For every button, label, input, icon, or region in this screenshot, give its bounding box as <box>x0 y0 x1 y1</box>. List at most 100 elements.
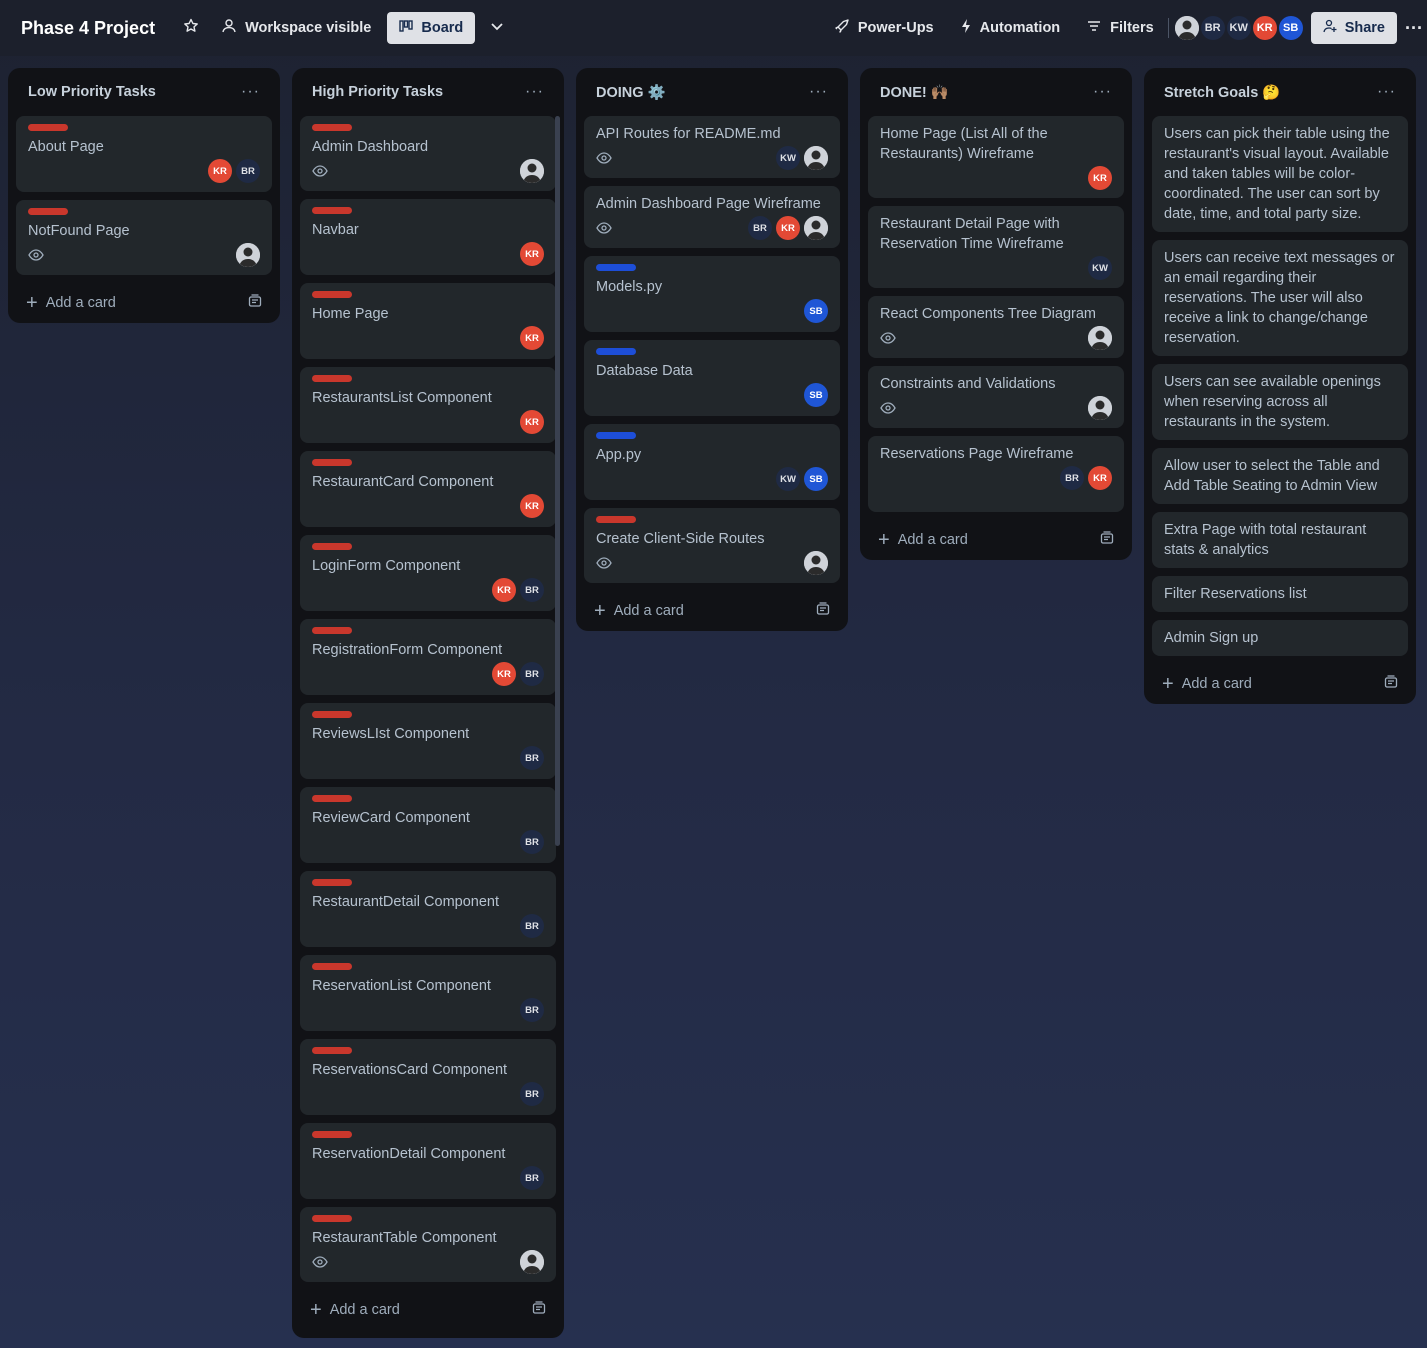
card[interactable]: Navbar KR <box>300 199 556 275</box>
template-icon[interactable] <box>532 1301 546 1319</box>
add-card-button[interactable]: + Add a card <box>868 520 1124 560</box>
list-menu-button[interactable]: ··· <box>809 83 828 101</box>
card-label[interactable] <box>28 208 68 215</box>
visibility-button[interactable]: Workspace visible <box>213 12 379 44</box>
member-avatar-br[interactable]: BR <box>520 578 544 602</box>
card[interactable]: RestaurantsList Component KR <box>300 367 556 443</box>
list-title[interactable]: Stretch Goals 🤔 <box>1164 84 1280 101</box>
member-avatar-kr[interactable]: KR <box>492 578 516 602</box>
card-label[interactable] <box>312 291 352 298</box>
card-label[interactable] <box>312 459 352 466</box>
add-card-button[interactable]: + Add a card <box>16 283 272 323</box>
card-label[interactable] <box>596 348 636 355</box>
member-avatar-kr[interactable]: KR <box>520 326 544 350</box>
member-avatar-photo[interactable] <box>1174 16 1199 40</box>
member-avatar-kr[interactable]: KR <box>520 242 544 266</box>
member-avatar-kw[interactable]: KW <box>776 467 800 491</box>
member-avatar-photo[interactable] <box>1088 396 1112 420</box>
list-scrollbar[interactable] <box>555 116 560 846</box>
card[interactable]: Constraints and Validations <box>868 366 1124 428</box>
member-avatar-kr[interactable]: KR <box>208 159 232 183</box>
card[interactable]: Create Client-Side Routes <box>584 508 840 583</box>
star-button[interactable] <box>175 12 207 44</box>
list-menu-button[interactable]: ··· <box>1093 83 1112 101</box>
member-avatar-sb[interactable]: SB <box>1278 16 1303 40</box>
card-label[interactable] <box>312 1047 352 1054</box>
card-label[interactable] <box>312 795 352 802</box>
template-icon[interactable] <box>248 294 262 312</box>
card[interactable]: Models.py SB <box>584 256 840 332</box>
member-avatar-br[interactable]: BR <box>520 1082 544 1106</box>
member-avatar-br[interactable]: BR <box>520 746 544 770</box>
card[interactable]: ReviewsLIst Component BR <box>300 703 556 779</box>
card[interactable]: Extra Page with total restaurant stats &… <box>1152 512 1408 568</box>
filters-button[interactable]: Filters <box>1078 12 1162 44</box>
card-label[interactable] <box>312 963 352 970</box>
card-label[interactable] <box>312 1215 352 1222</box>
card[interactable]: Database Data SB <box>584 340 840 416</box>
card[interactable]: ReservationList Component BR <box>300 955 556 1031</box>
add-card-button[interactable]: + Add a card <box>584 591 840 631</box>
member-avatar-br[interactable]: BR <box>520 1166 544 1190</box>
card[interactable]: About Page KR BR <box>16 116 272 192</box>
card[interactable]: Allow user to select the Table and Add T… <box>1152 448 1408 504</box>
powerups-button[interactable]: Power-Ups <box>826 12 942 44</box>
member-avatar-br[interactable]: BR <box>236 159 260 183</box>
member-avatar-photo[interactable] <box>1088 326 1112 350</box>
member-avatar-kr[interactable]: KR <box>1088 166 1112 190</box>
card[interactable]: ReviewCard Component BR <box>300 787 556 863</box>
member-avatar-kr[interactable]: KR <box>520 410 544 434</box>
member-avatar-photo[interactable] <box>804 216 828 240</box>
add-card-button[interactable]: + Add a card <box>300 1290 556 1330</box>
member-avatar-br[interactable]: BR <box>520 998 544 1022</box>
board-menu-button[interactable]: ··· <box>1401 12 1427 44</box>
member-avatar-photo[interactable] <box>520 159 544 183</box>
member-avatar-br[interactable]: BR <box>520 662 544 686</box>
card-label[interactable] <box>596 432 636 439</box>
card[interactable]: Restaurant Detail Page with Reservation … <box>868 206 1124 288</box>
add-card-button[interactable]: + Add a card <box>1152 664 1408 704</box>
list-title[interactable]: DOING ⚙️ <box>596 84 666 101</box>
card[interactable]: Home Page KR <box>300 283 556 359</box>
card[interactable]: Filter Reservations list <box>1152 576 1408 612</box>
card[interactable]: RestaurantCard Component KR <box>300 451 556 527</box>
member-avatar-kr[interactable]: KR <box>1252 16 1277 40</box>
template-icon[interactable] <box>816 602 830 620</box>
card-label[interactable] <box>312 1131 352 1138</box>
member-avatar-sb[interactable]: SB <box>804 299 828 323</box>
member-avatar-br[interactable]: BR <box>1200 16 1225 40</box>
list-menu-button[interactable]: ··· <box>241 83 260 101</box>
board-view-button[interactable]: Board <box>387 12 476 44</box>
member-avatar-br[interactable]: BR <box>748 216 772 240</box>
card[interactable]: ReservationDetail Component BR <box>300 1123 556 1199</box>
member-avatar-kr[interactable]: KR <box>776 216 800 240</box>
board-title[interactable]: Phase 4 Project <box>21 18 155 39</box>
member-avatar-photo[interactable] <box>804 551 828 575</box>
list-menu-button[interactable]: ··· <box>525 83 544 101</box>
card[interactable]: Reservations Page Wireframe BR KR <box>868 436 1124 512</box>
member-avatar-br[interactable]: BR <box>1060 466 1084 490</box>
list-title[interactable]: DONE! 🙌🏽 <box>880 84 949 101</box>
view-switcher-button[interactable] <box>481 12 513 44</box>
card[interactable]: API Routes for README.md KW <box>584 116 840 178</box>
automation-button[interactable]: Automation <box>952 12 1069 44</box>
member-avatar-kr[interactable]: KR <box>1088 466 1112 490</box>
card[interactable]: App.py KW SB <box>584 424 840 500</box>
card[interactable]: Admin Dashboard Page Wireframe BR KR <box>584 186 840 248</box>
template-icon[interactable] <box>1384 675 1398 693</box>
card-label[interactable] <box>28 124 68 131</box>
member-avatar-br[interactable]: BR <box>520 914 544 938</box>
card-label[interactable] <box>312 711 352 718</box>
card[interactable]: React Components Tree Diagram <box>868 296 1124 358</box>
card-label[interactable] <box>596 264 636 271</box>
member-avatar-photo[interactable] <box>236 243 260 267</box>
member-avatar-sb[interactable]: SB <box>804 467 828 491</box>
card-label[interactable] <box>312 375 352 382</box>
card[interactable]: Admin Dashboard <box>300 116 556 191</box>
card[interactable]: NotFound Page <box>16 200 272 275</box>
card-label[interactable] <box>312 124 352 131</box>
card[interactable]: Users can pick their table using the res… <box>1152 116 1408 232</box>
list-title[interactable]: Low Priority Tasks <box>28 84 156 100</box>
card[interactable]: Admin Sign up <box>1152 620 1408 656</box>
card[interactable]: RestaurantTable Component <box>300 1207 556 1282</box>
